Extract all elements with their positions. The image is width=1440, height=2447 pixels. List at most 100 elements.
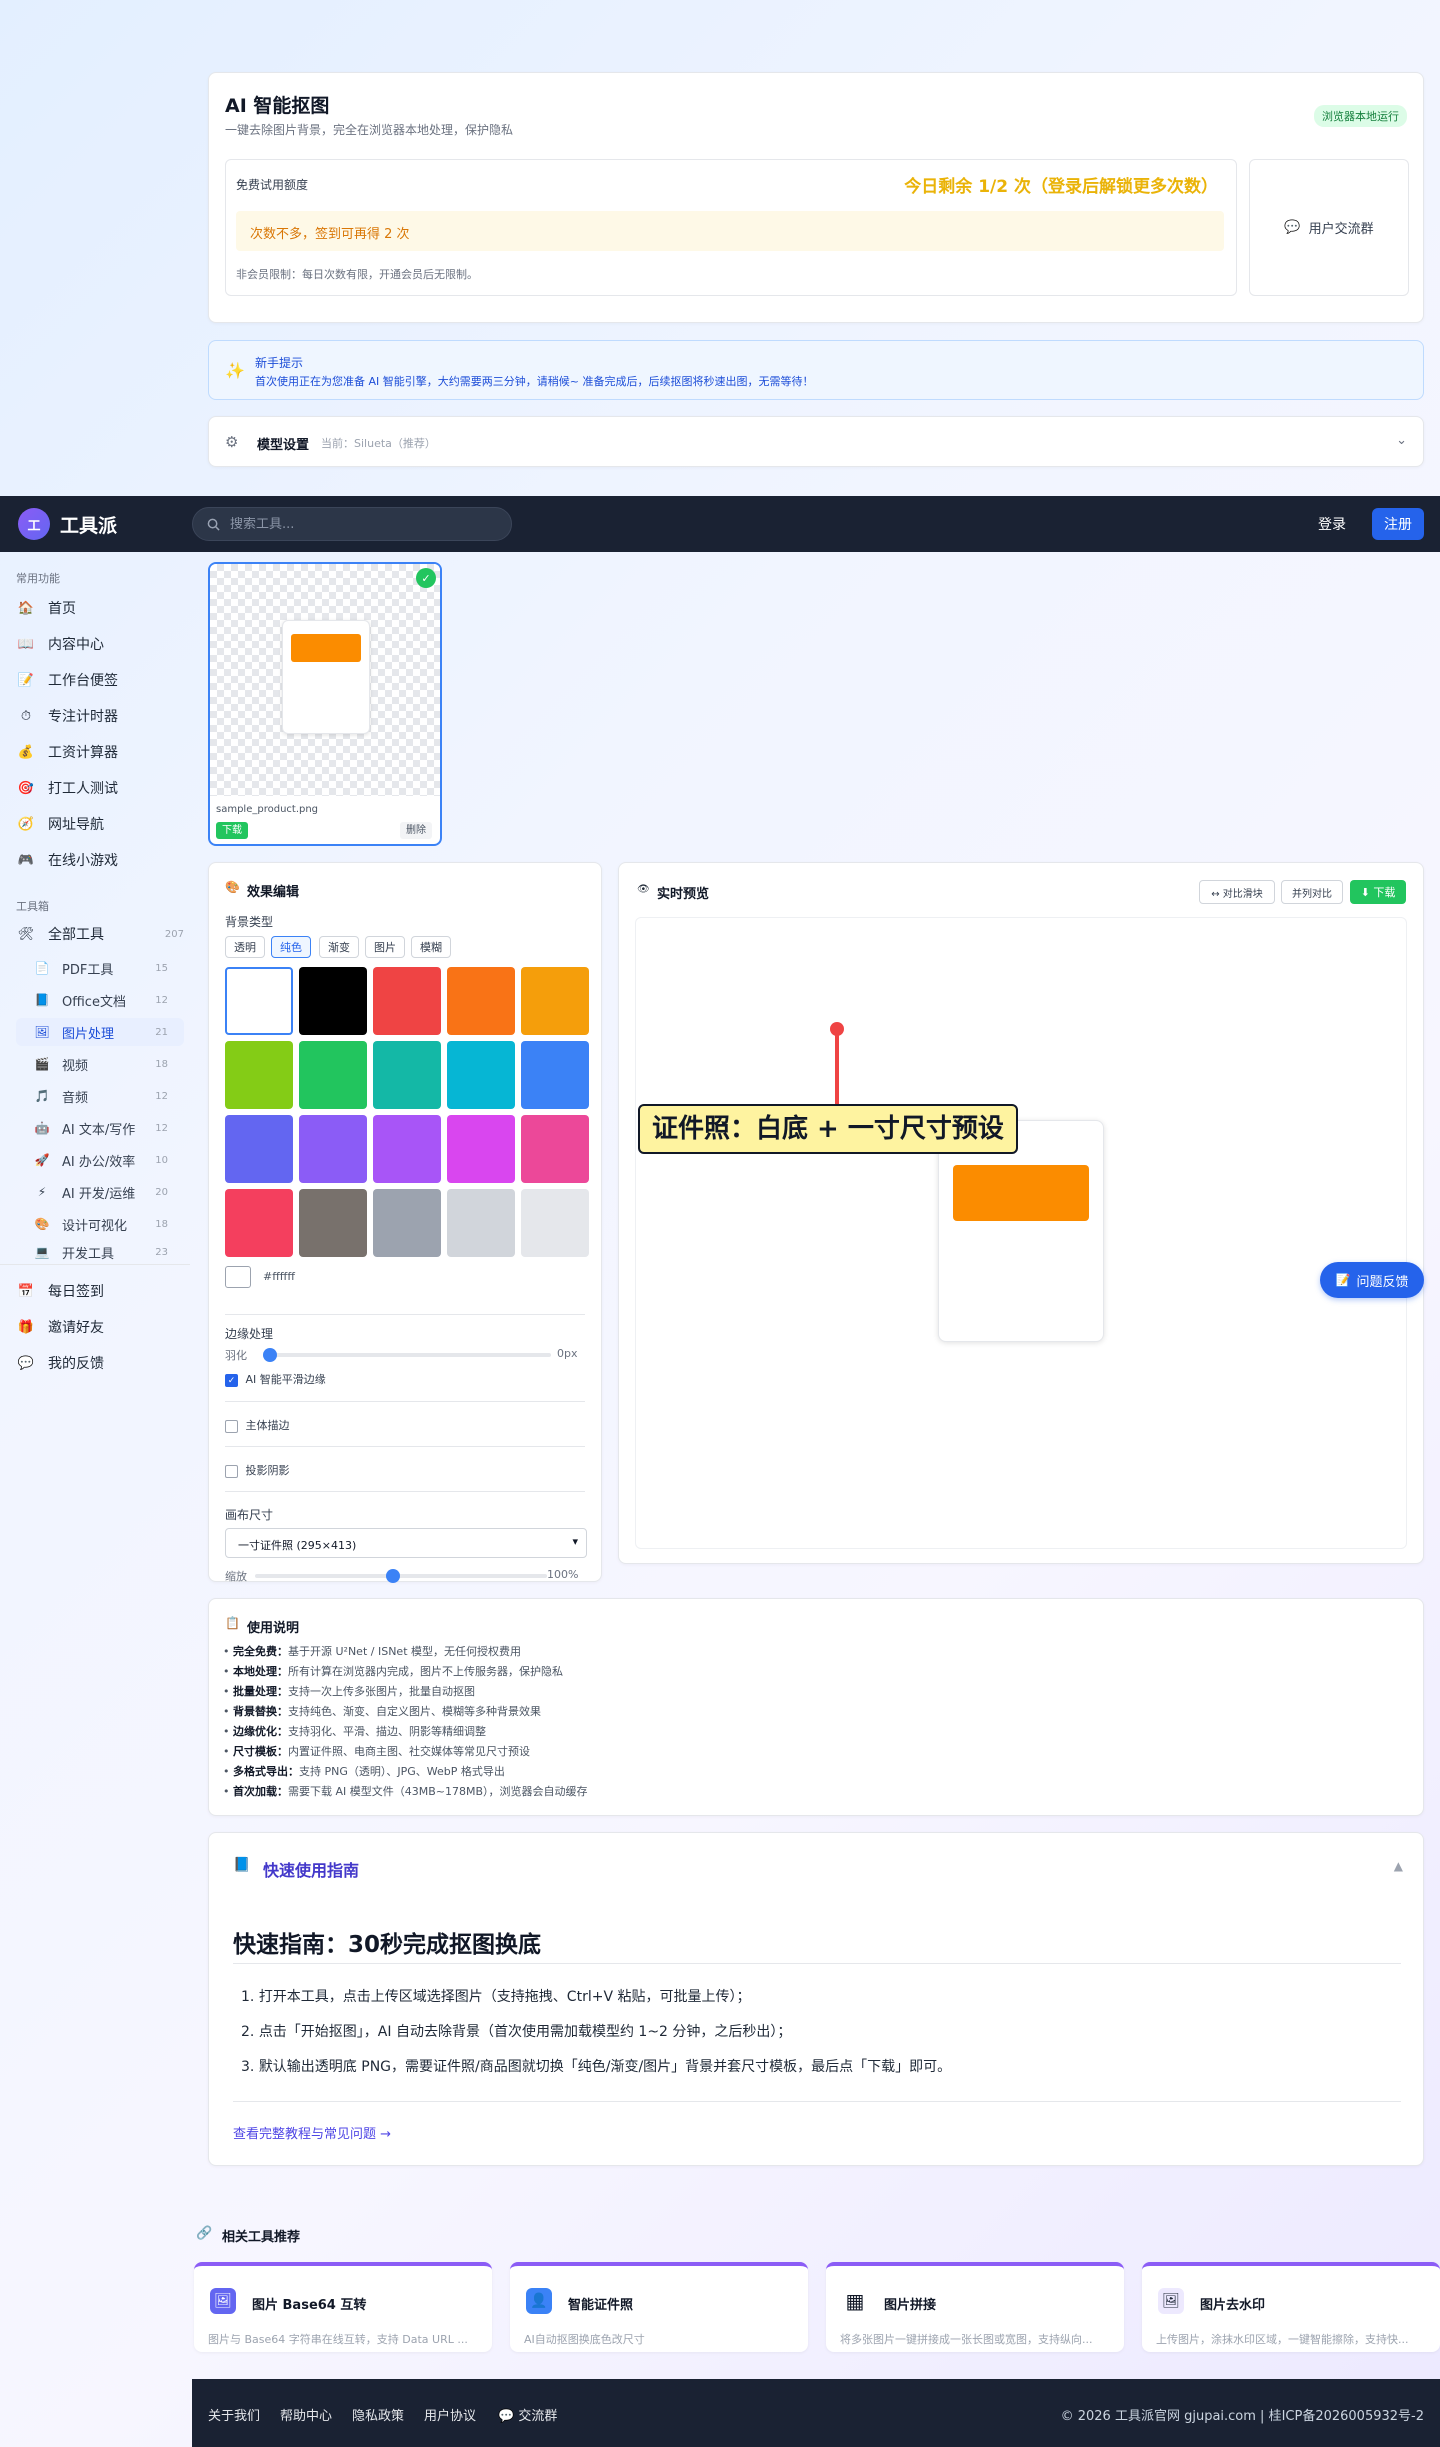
footer-link-help[interactable]: 帮助中心 <box>280 2405 332 2424</box>
search-input[interactable] <box>230 516 480 532</box>
bg-tab-transparent[interactable]: 透明 <box>225 936 265 958</box>
sidebar-item-pdf[interactable]: 📄 PDF工具 15 <box>16 954 184 982</box>
watermark-icon: 🖼 <box>1158 2288 1184 2314</box>
sidebar-item-dev[interactable]: 💻 开发工具 23 <box>16 1242 184 1262</box>
zoom-slider[interactable] <box>255 1569 547 1583</box>
bg-tab-blur[interactable]: 模糊 <box>411 936 451 958</box>
smooth-edge-option[interactable]: ✓ AI 智能平滑边缘 <box>225 1371 326 1387</box>
usage-notes: 📋 使用说明 • 完全免费：基于开源 U²Net / ISNet 模型，无任何授… <box>208 1598 1424 1816</box>
outline-checkbox[interactable] <box>225 1419 238 1433</box>
sidebar-item-content[interactable]: 📖 内容中心 <box>16 629 184 659</box>
color-swatch[interactable] <box>299 1115 367 1183</box>
sidebar-item-design[interactable]: 🎨 设计可视化 18 <box>16 1210 184 1238</box>
color-swatch[interactable] <box>521 1115 589 1183</box>
search-box[interactable] <box>192 507 512 541</box>
collapse-arrow-icon[interactable]: ▲ <box>1394 1859 1403 1873</box>
sidebar-item-home[interactable]: 🏠 首页 <box>16 593 184 623</box>
smooth-edge-checkbox[interactable]: ✓ <box>225 1373 238 1387</box>
related-tool-card[interactable]: 👤 智能证件照 AI自动抠图换底色改尺寸 <box>510 2262 808 2352</box>
side-by-side-button[interactable]: 并列对比 <box>1281 880 1343 904</box>
brand-logo[interactable]: 工 <box>18 508 50 540</box>
color-swatch[interactable] <box>373 967 441 1035</box>
sidebar-item-ai-office[interactable]: 🚀 AI 办公/效率 10 <box>16 1146 184 1174</box>
color-swatch[interactable] <box>299 1189 367 1257</box>
bg-tab-gradient[interactable]: 渐变 <box>319 936 359 958</box>
sidebar-item-ai-text[interactable]: 🤖 AI 文本/写作 12 <box>16 1114 184 1142</box>
feather-slider-handle[interactable] <box>263 1348 277 1362</box>
model-settings[interactable]: ⚙ 模型设置 当前：Silueta（推荐） ⌄ <box>208 416 1424 467</box>
sidebar-item-image[interactable]: 🖼 图片处理 21 <box>16 1018 184 1046</box>
color-swatch[interactable] <box>373 1041 441 1109</box>
color-swatch[interactable] <box>447 967 515 1035</box>
thumbnail-download-button[interactable]: 下载 <box>216 822 248 839</box>
outline-option[interactable]: 主体描边 <box>225 1417 290 1433</box>
color-swatch[interactable] <box>447 1041 515 1109</box>
sidebar-item-test[interactable]: 🎯 打工人测试 <box>16 773 184 803</box>
custom-color-picker[interactable] <box>225 1266 251 1288</box>
community-button[interactable]: 💬 用户交流群 <box>1249 159 1409 296</box>
bg-tab-solid[interactable]: 纯色 <box>271 936 311 958</box>
preview-canvas[interactable]: 证件照：白底 + 一寸尺寸预设 <box>635 917 1407 1549</box>
sidebar-item-salary[interactable]: 💰 工资计算器 <box>16 737 184 767</box>
color-swatch[interactable] <box>521 1041 589 1109</box>
bg-type-label: 背景类型 <box>225 915 274 929</box>
sidebar-item-games[interactable]: 🎮 在线小游戏 <box>16 845 184 875</box>
color-swatch[interactable] <box>299 1041 367 1109</box>
color-swatch[interactable] <box>225 1115 293 1183</box>
shadow-checkbox[interactable] <box>225 1464 238 1478</box>
related-tool-card[interactable]: 🖼 图片去水印 上传图片，涂抹水印区域，一键智能擦除，支持快... <box>1142 2262 1440 2352</box>
thumbnail-delete-button[interactable]: 删除 <box>400 822 432 839</box>
related-tool-card[interactable]: ▦ 图片拼接 将多张图片一键拼接成一张长图或宽图，支持纵向... <box>826 2262 1124 2352</box>
canvas-size-select[interactable]: 一寸证件照 (295×413) ▾ <box>225 1528 587 1558</box>
sidebar-item-feedback[interactable]: 💬 我的反馈 <box>16 1348 184 1378</box>
footer-link-privacy[interactable]: 隐私政策 <box>352 2405 404 2424</box>
footer-link-community[interactable]: 💬 交流群 <box>498 2405 557 2424</box>
link-icon: 🔗 <box>196 2226 213 2241</box>
shadow-label: 投影阴影 <box>245 1464 290 1477</box>
sidebar-item-invite[interactable]: 🎁 邀请好友 <box>16 1312 184 1342</box>
compare-slider-button[interactable]: ↔ 对比滑块 <box>1199 880 1275 904</box>
color-swatch[interactable] <box>521 1189 589 1257</box>
color-swatch[interactable] <box>373 1115 441 1183</box>
feather-slider[interactable] <box>263 1348 551 1362</box>
sidebar-item-audio[interactable]: 🎵 音频 12 <box>16 1082 184 1110</box>
sidebar-item-video[interactable]: 🎬 视频 18 <box>16 1050 184 1078</box>
color-swatch[interactable] <box>225 1041 293 1109</box>
signup-button[interactable]: 注册 <box>1372 508 1424 540</box>
shadow-option[interactable]: 投影阴影 <box>225 1462 290 1478</box>
sidebar-item-notes[interactable]: 📝 工作台便签 <box>16 665 184 695</box>
preview-download-button[interactable]: ⬇ 下载 <box>1350 880 1406 904</box>
brand-name[interactable]: 工具派 <box>60 511 117 538</box>
bg-tab-image[interactable]: 图片 <box>365 936 405 958</box>
chevron-down-icon[interactable]: ⌄ <box>1396 433 1407 448</box>
stopwatch-icon: ⏱ <box>20 708 32 724</box>
sidebar-item-ai-dev[interactable]: ⚡ AI 开发/运维 20 <box>16 1178 184 1206</box>
zoom-slider-handle[interactable] <box>385 1569 400 1583</box>
footer-link-terms[interactable]: 用户协议 <box>424 2405 476 2424</box>
sidebar-item-timer[interactable]: ⏱ 专注计时器 <box>16 701 184 731</box>
footer-link-about[interactable]: 关于我们 <box>208 2405 260 2424</box>
related-tool-desc: 将多张图片一键拼接成一张长图或宽图，支持纵向... <box>840 2333 1093 2346</box>
sidebar-item-nav[interactable]: 🧭 网址导航 <box>16 809 184 839</box>
color-swatch[interactable] <box>225 967 293 1035</box>
sidebar-item-office[interactable]: 📘 Office文档 12 <box>16 986 184 1014</box>
guide-header[interactable]: 📘 快速使用指南 ▲ <box>209 1833 1425 1903</box>
feedback-floating-button[interactable]: 📝 问题反馈 <box>1320 1262 1424 1298</box>
color-swatch[interactable] <box>521 967 589 1035</box>
chevron-down-icon: ▾ <box>572 1535 578 1548</box>
laptop-icon: 💻 <box>34 1245 50 1259</box>
color-swatch[interactable] <box>225 1189 293 1257</box>
related-tool-card[interactable]: 🖼 图片 Base64 互转 图片与 Base64 字符串在线互转，支持 Dat… <box>194 2262 492 2352</box>
color-swatch[interactable] <box>373 1189 441 1257</box>
color-swatch[interactable] <box>447 1115 515 1183</box>
tip-title: 新手提示 <box>255 356 304 370</box>
canvas-size-label: 画布尺寸 <box>225 1508 274 1522</box>
image-thumbnail-card[interactable]: ✓ sample_product.png 下载 删除 <box>208 562 442 846</box>
guide-full-tutorial-link[interactable]: 查看完整教程与常见问题 → <box>233 2123 391 2142</box>
login-link[interactable]: 登录 <box>1318 514 1346 534</box>
color-swatch[interactable] <box>447 1189 515 1257</box>
chat-bubble-icon: 💬 <box>1284 220 1301 235</box>
sidebar-item-all-tools[interactable]: 🛠 全部工具 207 <box>16 919 184 949</box>
color-swatch[interactable] <box>299 967 367 1035</box>
sidebar-item-checkin[interactable]: 📅 每日签到 <box>16 1276 184 1306</box>
